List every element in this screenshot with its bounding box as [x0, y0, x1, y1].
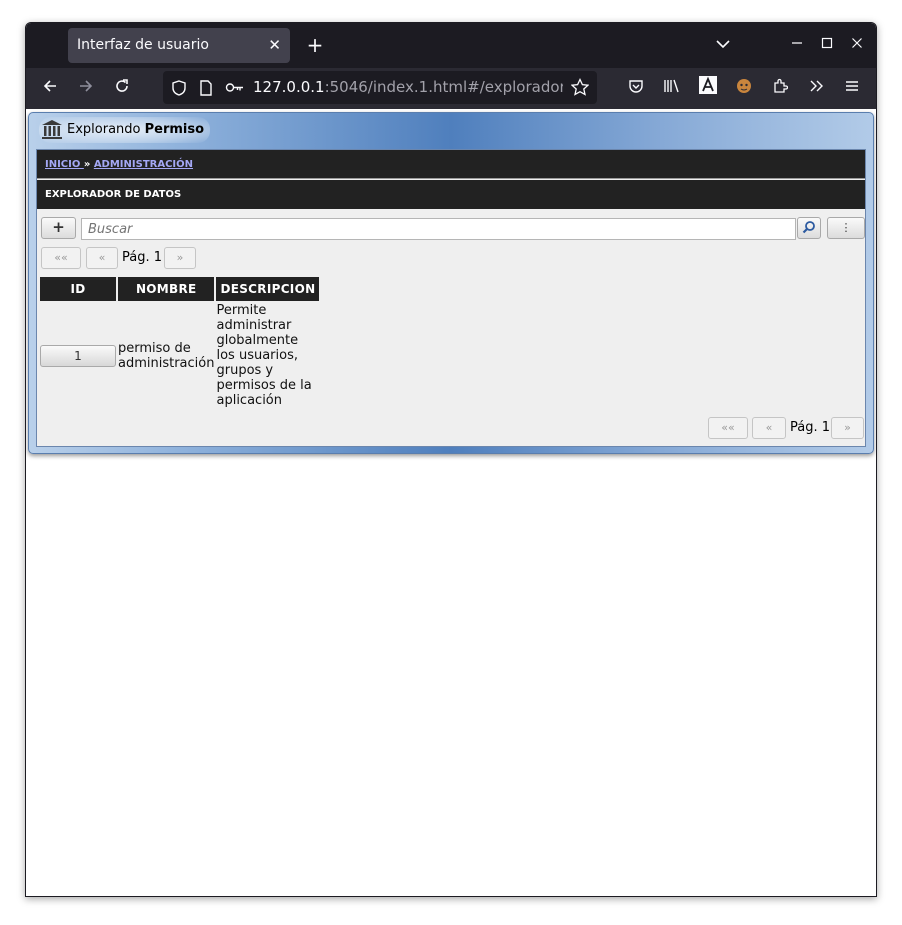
breadcrumb-inicio[interactable]: INICIO: [45, 159, 84, 170]
reload-icon[interactable]: [107, 74, 137, 104]
shield-icon[interactable]: [171, 71, 187, 104]
extension-avatar-icon[interactable]: [729, 74, 759, 104]
url-host: 127.0.0.1: [253, 78, 325, 96]
close-tab-icon[interactable]: ✕: [268, 28, 281, 63]
url-bar[interactable]: 127.0.0.1:5046/index.1.html#/explorador/…: [163, 71, 597, 104]
row-id-button[interactable]: 1: [40, 344, 116, 367]
add-button[interactable]: +: [41, 217, 76, 239]
close-window-icon[interactable]: [844, 31, 870, 59]
cell-id: 1: [40, 301, 116, 410]
key-icon[interactable]: [225, 71, 245, 104]
title-entity: Permiso: [144, 122, 205, 137]
app-content: INICIO » ADMINISTRACIÓN EXPLORADOR DE DA…: [36, 149, 866, 447]
url-text[interactable]: 127.0.0.1:5046/index.1.html#/explorador/…: [253, 71, 563, 104]
options-button[interactable]: ⋮: [827, 217, 865, 239]
app-window: Explorando Permiso INICIO » ADMINISTRACI…: [28, 112, 874, 454]
column-header-descripcion[interactable]: DESCRIPCION: [216, 277, 320, 301]
overflow-chevron-icon[interactable]: [801, 74, 831, 104]
pager-bottom-prev-button[interactable]: «: [752, 417, 786, 439]
tab-strip: Interfaz de usuario ✕ +: [26, 23, 876, 68]
url-path: :5046/index.1.html#/explorador/Pe: [324, 78, 563, 96]
maximize-icon[interactable]: [814, 31, 840, 59]
new-tab-icon[interactable]: +: [302, 31, 328, 59]
browser-window: Interfaz de usuario ✕ + 127.0.0.1:5046/i…: [25, 22, 877, 897]
table-header-row: ID NOMBRE DESCRIPCION: [40, 277, 320, 301]
forward-icon[interactable]: [71, 74, 101, 104]
cell-descripcion: Permite administrar globalmente los usua…: [216, 303, 312, 408]
reader-font-icon[interactable]: [693, 74, 723, 104]
page-icon[interactable]: [199, 71, 213, 104]
magnifier-icon: [802, 221, 816, 241]
pager-bottom-next-button[interactable]: »: [831, 417, 864, 439]
tab-title: Interfaz de usuario: [77, 37, 209, 53]
table-row: 1 permiso de administración Permite admi…: [40, 301, 319, 410]
library-icon[interactable]: [657, 74, 687, 104]
title-prefix: Explorando: [67, 122, 141, 137]
bank-icon: [41, 117, 63, 151]
bookmark-star-icon[interactable]: [570, 71, 590, 104]
data-table: ID NOMBRE DESCRIPCION 1 permiso de admin…: [38, 277, 321, 410]
column-header-nombre[interactable]: NOMBRE: [118, 277, 215, 301]
hamburger-menu-icon[interactable]: [837, 74, 867, 104]
list-tabs-icon[interactable]: [710, 31, 736, 59]
nav-bar: 127.0.0.1:5046/index.1.html#/explorador/…: [26, 68, 876, 109]
extensions-icon[interactable]: [765, 74, 795, 104]
pager-first-button[interactable]: ««: [41, 247, 81, 269]
cell-nombre: permiso de administración: [118, 340, 215, 371]
pager-page-label: Pág. 1: [122, 250, 163, 265]
browser-tab[interactable]: Interfaz de usuario ✕: [68, 28, 290, 63]
pager-next-button[interactable]: »: [164, 247, 196, 269]
pager-bottom-page-label: Pág. 1: [790, 420, 831, 435]
search-button[interactable]: [797, 217, 821, 239]
column-header-id[interactable]: ID: [40, 277, 116, 301]
page-viewport: Explorando Permiso INICIO » ADMINISTRACI…: [26, 109, 876, 896]
pager-bottom-first-button[interactable]: ««: [708, 417, 748, 439]
pocket-icon[interactable]: [621, 74, 651, 104]
section-title: EXPLORADOR DE DATOS: [37, 180, 865, 209]
app-title: Explorando Permiso: [39, 117, 211, 143]
back-icon[interactable]: [35, 74, 65, 104]
breadcrumb-administracion[interactable]: ADMINISTRACIÓN: [94, 159, 193, 170]
pager-prev-button[interactable]: «: [86, 247, 118, 269]
breadcrumb: INICIO » ADMINISTRACIÓN: [37, 150, 865, 179]
minimize-icon[interactable]: [784, 31, 810, 59]
search-input[interactable]: [81, 218, 796, 240]
breadcrumb-separator: »: [83, 159, 94, 170]
